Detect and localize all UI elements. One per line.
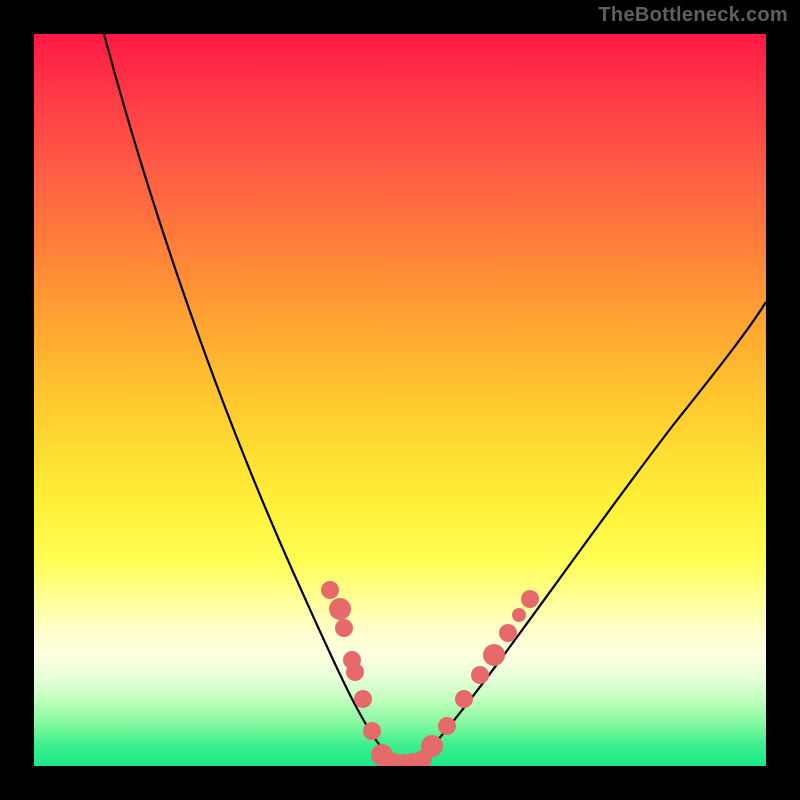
curve-marker [421,735,443,757]
curve-marker [499,624,517,642]
curve-marker [471,666,489,684]
curve-marker [521,590,539,608]
watermark-text: TheBottleneck.com [598,4,788,27]
curve-marker [363,722,381,740]
curve-marker [512,608,526,622]
curve-marker [455,690,473,708]
curve-marker [329,598,351,620]
chart-frame: TheBottleneck.com [0,0,800,800]
curve-marker [346,663,364,681]
plot-area [34,34,766,766]
curve-marker [335,619,353,637]
curve-marker [354,690,372,708]
bottleneck-curve [34,34,766,766]
curve-marker [438,717,456,735]
curve-marker [321,581,339,599]
curve-marker [483,644,505,666]
